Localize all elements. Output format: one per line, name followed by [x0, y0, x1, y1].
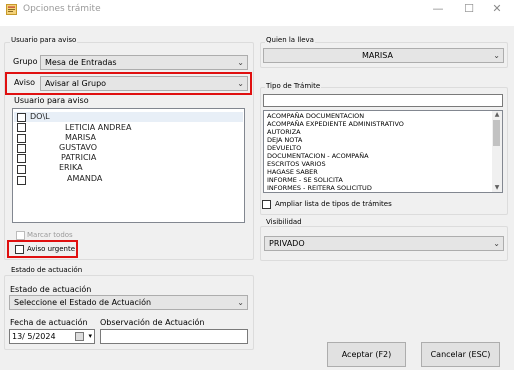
chevron-down-icon: ⌄ — [237, 79, 244, 88]
grupo-value: Mesa de Entradas — [45, 58, 117, 67]
user-checkbox[interactable] — [17, 113, 26, 122]
calendar-icon[interactable] — [75, 332, 84, 341]
quien-value: MARISA — [362, 51, 393, 60]
visibilidad-select[interactable]: PRIVADO ⌄ — [264, 236, 504, 251]
fecha-value: 13/ 5/2024 — [12, 332, 56, 341]
aviso-label: Aviso — [14, 78, 36, 87]
estado-select[interactable]: Seleccione el Estado de Actuación ⌄ — [9, 295, 248, 310]
minimize-button[interactable]: — — [421, 0, 455, 20]
visibilidad-group-title: Visibilidad — [265, 218, 303, 226]
marcar-todos-checkbox[interactable] — [16, 231, 25, 240]
window-icon — [6, 4, 17, 15]
user-checkbox[interactable] — [17, 123, 26, 132]
grupo-label: Grupo — [13, 57, 38, 66]
close-button[interactable]: ✕ — [480, 0, 514, 20]
fecha-label: Fecha de actuación — [10, 318, 88, 327]
accept-button[interactable]: Aceptar (F2) — [327, 342, 406, 367]
visibilidad-value: PRIVADO — [269, 239, 305, 248]
chevron-down-icon: ⌄ — [493, 51, 500, 60]
user-checkbox[interactable] — [17, 176, 26, 185]
user-checkbox[interactable] — [17, 154, 26, 163]
list-item: LETICIA ANDREA — [65, 123, 132, 132]
estado-value: Seleccione el Estado de Actuación — [14, 298, 152, 307]
list-item: GUSTAVO — [59, 143, 97, 152]
quien-group-title: Quien la lleva — [265, 36, 315, 44]
list-item: MARISA — [65, 133, 96, 142]
aviso-value: Avisar al Grupo — [45, 79, 107, 88]
user-checkbox[interactable] — [17, 165, 26, 174]
list-item: AMANDA — [67, 174, 103, 183]
users-label: Usuario para aviso — [14, 96, 89, 105]
scroll-down-icon[interactable]: ▼ — [492, 184, 502, 192]
marcar-todos-label: Marcar todos — [27, 231, 73, 239]
estado-group-title: Estado de actuación — [10, 266, 84, 274]
observacion-input[interactable] — [100, 329, 248, 344]
ampliar-label: Ampliar lista de tipos de trámites — [275, 200, 392, 208]
users-list[interactable]: DO\L LETICIA ANDREA MARISA GUSTAVO PATRI… — [12, 108, 245, 223]
chevron-down-icon: ⌄ — [493, 239, 500, 248]
tipo-scrollbar[interactable]: ▲ ▼ — [492, 111, 502, 192]
urgente-label: Aviso urgente — [27, 245, 76, 253]
aviso-select[interactable]: Avisar al Grupo ⌄ — [40, 76, 248, 91]
urgente-checkbox[interactable] — [15, 245, 24, 254]
list-item[interactable]: INFORMES - REITERA SOLICITUD — [267, 184, 372, 193]
list-item: ERIKA — [59, 163, 83, 172]
chevron-down-icon[interactable]: ▾ — [88, 330, 92, 343]
grupo-select[interactable]: Mesa de Entradas ⌄ — [40, 55, 248, 70]
list-item: DO\L — [30, 112, 50, 121]
scroll-up-icon[interactable]: ▲ — [492, 111, 502, 119]
scroll-thumb[interactable] — [493, 120, 500, 146]
cancel-button[interactable]: Cancelar (ESC) — [421, 342, 500, 367]
quien-select[interactable]: MARISA ⌄ — [263, 48, 504, 63]
aviso-group-title: Usuario para aviso — [10, 36, 78, 44]
tipo-group-title: Tipo de Trámite — [265, 82, 322, 90]
chevron-down-icon: ⌄ — [237, 298, 244, 307]
estado-label: Estado de actuación — [10, 285, 92, 294]
tipo-list[interactable]: ACOMPAÑA DOCUMENTACION ACOMPAÑA EXPEDIEN… — [263, 110, 503, 193]
ampliar-checkbox[interactable] — [262, 200, 271, 209]
user-checkbox[interactable] — [17, 144, 26, 153]
title-bar: Opciones trámite — ☐ ✕ — [0, 0, 514, 20]
list-item: PATRICIA — [61, 153, 97, 162]
user-checkbox[interactable] — [17, 134, 26, 143]
fecha-picker[interactable]: 13/ 5/2024 ▾ — [9, 329, 95, 344]
chevron-down-icon: ⌄ — [237, 58, 244, 67]
obs-label: Observación de Actuación — [100, 318, 205, 327]
window-title: Opciones trámite — [23, 4, 101, 14]
tipo-search-input[interactable] — [263, 94, 503, 107]
